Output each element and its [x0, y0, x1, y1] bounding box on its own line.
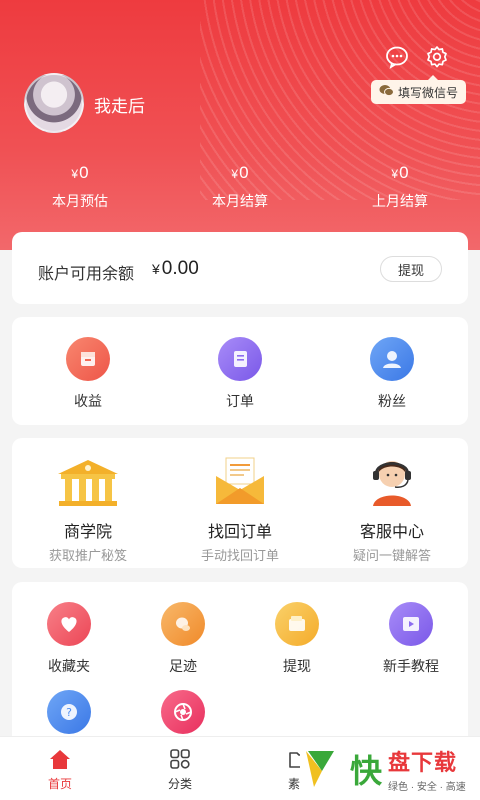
tool-footprint[interactable]: 足迹 [126, 602, 240, 676]
stat-last-month-settled[interactable]: ¥0 上月结算 [320, 163, 480, 211]
feature-customer-service[interactable]: 客服中心 疑问一键解答 [316, 438, 468, 568]
tab-label: 分类 [167, 777, 192, 791]
stat-this-month-settled[interactable]: ¥0 本月结算 [160, 163, 320, 211]
quick-menu: 收益 订单 粉丝 [12, 317, 468, 425]
menu-item-label: 粉丝 [378, 393, 406, 409]
tool-favorites[interactable]: 收藏夹 [12, 602, 126, 676]
customer-service-icon [359, 450, 425, 506]
academy-icon [55, 450, 121, 506]
earnings-stats: ¥0 本月预估 ¥0 本月结算 ¥0 上月结算 [0, 163, 480, 211]
watermark-brand: 快 [350, 753, 383, 789]
wechat-id-tip[interactable]: 填写微信号 [371, 75, 466, 104]
stat-label: 上月结算 [372, 193, 428, 209]
feature-menu: 商学院 获取推广秘笈 找回订单 手动找回订单 客服中心 疑问一键解答 [12, 438, 468, 568]
balance-label: 账户可用余额 [38, 266, 135, 283]
tool-withdraw[interactable]: 提现 [240, 602, 354, 676]
income-icon [66, 337, 110, 381]
menu-item-income[interactable]: 收益 [12, 317, 164, 425]
watermark: 快 盘下载 绿色 · 安全 · 高速 [300, 738, 480, 800]
tools-grid: 收藏夹 足迹 提现 新手教程 ? [12, 582, 468, 752]
help-icon: ? [47, 690, 91, 734]
tool-aperture[interactable] [126, 690, 240, 734]
svg-text:?: ? [66, 706, 72, 719]
wechat-icon [379, 84, 394, 100]
balance-value: 0.00 [161, 258, 199, 279]
menu-item-fans[interactable]: 粉丝 [316, 317, 468, 425]
category-icon [167, 747, 193, 771]
stat-value: 0 [399, 163, 409, 182]
withdraw-icon [275, 602, 319, 646]
envelope-icon [207, 450, 273, 506]
balance-card: 账户可用余额 ¥0.00 提现 [12, 232, 468, 304]
header-actions [384, 44, 450, 70]
feature-subtitle: 手动找回订单 [200, 548, 279, 563]
tab-category[interactable]: 分类 [120, 737, 240, 800]
feature-subtitle: 获取推广秘笈 [48, 548, 127, 563]
menu-item-orders[interactable]: 订单 [164, 317, 316, 425]
tool-label: 提现 [283, 658, 311, 674]
tab-home[interactable]: 首页 [0, 737, 120, 800]
watermark-name: 盘下载 [388, 750, 458, 775]
tool-label: 新手教程 [383, 658, 439, 674]
tool-tutorial[interactable]: 新手教程 [354, 602, 468, 676]
settings-icon[interactable] [424, 44, 450, 70]
menu-item-label: 订单 [226, 393, 254, 409]
currency-symbol: ¥ [71, 167, 79, 181]
balance-amount: ¥0.00 [152, 258, 199, 280]
tool-label: 收藏夹 [48, 658, 90, 674]
currency-symbol: ¥ [231, 167, 239, 181]
avatar[interactable] [24, 73, 84, 133]
stat-value: 0 [239, 163, 249, 182]
currency-symbol: ¥ [152, 261, 160, 277]
feature-retrieve-order[interactable]: 找回订单 手动找回订单 [164, 438, 316, 568]
fans-icon [370, 337, 414, 381]
tool-label: 足迹 [169, 658, 197, 674]
stat-label: 本月预估 [52, 193, 108, 209]
order-icon [218, 337, 262, 381]
stat-label: 本月结算 [212, 193, 268, 209]
tutorial-icon [389, 602, 433, 646]
favorites-icon [47, 602, 91, 646]
withdraw-button[interactable]: 提现 [380, 256, 442, 282]
stat-value: 0 [79, 163, 89, 182]
home-icon [47, 747, 73, 771]
menu-item-label: 收益 [74, 393, 102, 409]
feature-title: 商学院 [63, 524, 112, 541]
profile-header: 填写微信号 我走后 ¥0 本月预估 ¥0 本月结算 ¥0 上月结算 [0, 0, 480, 250]
tab-label: 首页 [47, 777, 72, 791]
stat-this-month-estimate[interactable]: ¥0 本月预估 [0, 163, 160, 211]
feature-academy[interactable]: 商学院 获取推广秘笈 [12, 438, 164, 568]
aperture-icon [161, 690, 205, 734]
watermark-logo [300, 745, 348, 793]
wechat-tip-label: 填写微信号 [398, 85, 459, 100]
tool-help[interactable]: ? [12, 690, 126, 734]
feature-subtitle: 疑问一键解答 [352, 548, 431, 563]
watermark-tagline: 绿色 · 安全 · 高速 [388, 782, 466, 793]
footprint-icon [161, 602, 205, 646]
feature-title: 找回订单 [207, 524, 272, 541]
username: 我走后 [94, 97, 145, 116]
message-icon[interactable] [384, 44, 410, 70]
currency-symbol: ¥ [391, 167, 399, 181]
feature-title: 客服中心 [359, 524, 424, 541]
